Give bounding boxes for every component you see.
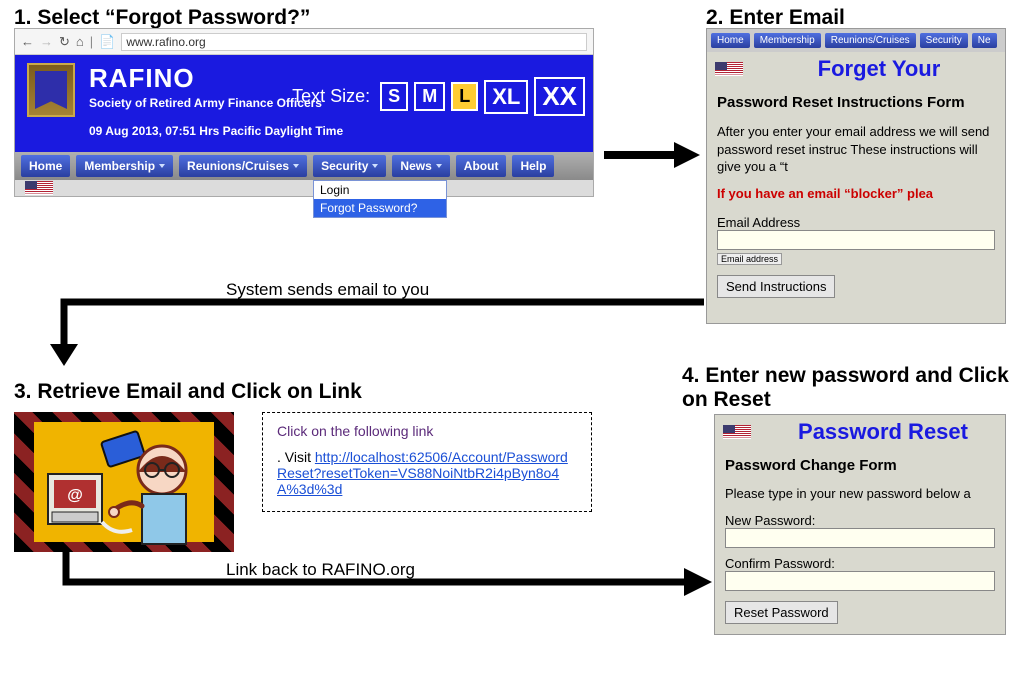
page-icon: 📄 [99,34,115,50]
password-reset-form: Password Reset Password Change Form Plea… [714,414,1006,635]
nav-reunions[interactable]: Reunions/Cruises [179,155,307,177]
email-link-box: Click on the following link . Visit http… [262,412,592,512]
nav-home[interactable]: Home [21,155,70,177]
confirm-password-label: Confirm Password: [725,556,995,571]
caption-system-sends: System sends email to you [226,280,429,300]
us-flag-icon [25,181,53,195]
new-password-label: New Password: [725,513,995,528]
forgot-password-form: Home Membership Reunions/Cruises Securit… [706,28,1006,324]
pill-ne[interactable]: Ne [972,33,997,48]
email-label: Email Address [717,215,995,230]
security-dropdown: Login Forgot Password? [313,180,447,218]
reset-password-button[interactable]: Reset Password [725,601,838,624]
text-size-s[interactable]: S [380,82,408,111]
nav-bar: Home Membership Reunions/Cruises Securit… [15,152,593,180]
dropdown-login[interactable]: Login [314,181,446,199]
us-flag-icon [715,62,743,76]
back-icon[interactable]: ← [21,34,34,49]
chevron-down-icon [436,164,442,168]
nav-about[interactable]: About [456,155,507,177]
crest-icon [27,63,75,117]
us-flag-icon [723,425,751,439]
text-size-xl[interactable]: XL [484,80,528,114]
browser-window: ← → ↻ ⌂ | 📄 www.rafino.org RAFINO Societ… [14,28,594,197]
browser-toolbar: ← → ↻ ⌂ | 📄 www.rafino.org [15,29,593,55]
dropdown-forgot-password[interactable]: Forgot Password? [314,199,446,217]
email-input[interactable] [717,230,995,250]
chevron-down-icon [372,164,378,168]
chevron-down-icon [159,164,165,168]
confirm-password-input[interactable] [725,571,995,591]
step2-header: 2. Enter Email [706,6,845,30]
visit-prefix: . Visit [277,449,315,465]
reset-title: Password Reset [769,419,997,445]
site-banner: RAFINO Society of Retired Army Finance O… [15,55,593,152]
email-tiny-label: Email address [717,253,782,265]
forgot-instructions: After you enter your email address we wi… [717,123,995,176]
step4-header: 4. Enter new password and Click on Reset [682,364,1012,412]
home-icon[interactable]: ⌂ [76,34,84,49]
reset-instructions: Please type in your new password below a [725,486,995,501]
forgot-title: Forget Your [761,56,997,82]
forward-icon[interactable]: → [40,34,53,49]
reload-icon[interactable]: ↻ [59,34,70,50]
arrow-down-left-icon [54,298,708,368]
nav-news[interactable]: News [392,155,449,177]
forgot-warning: If you have an email “blocker” plea [717,186,995,201]
new-password-input[interactable] [725,528,995,548]
forgot-section-title: Password Reset Instructions Form [707,82,1005,117]
pill-security[interactable]: Security [920,33,968,48]
link-box-title: Click on the following link [277,423,577,439]
address-bar[interactable]: www.rafino.org [121,33,587,51]
chevron-down-icon [293,164,299,168]
send-instructions-button[interactable]: Send Instructions [717,275,835,298]
mini-nav: Home Membership Reunions/Cruises Securit… [707,29,1005,52]
text-size-label: Text Size: [292,86,370,107]
nav-security[interactable]: Security [313,155,386,177]
pill-home[interactable]: Home [711,33,750,48]
step3-header: 3. Retrieve Email and Click on Link [14,380,362,404]
nav-help[interactable]: Help [512,155,554,177]
flag-strip [15,180,593,196]
arrow-right-long-icon [62,552,712,602]
svg-text:@: @ [67,487,83,504]
text-size-picker: Text Size: S M L XL XX [292,77,585,116]
step1-header: 1. Select “Forgot Password?” [14,6,310,30]
reset-link[interactable]: http://localhost:62506/Account/PasswordR… [277,449,568,497]
pill-reunions[interactable]: Reunions/Cruises [825,33,916,48]
arrow-right-icon [604,140,700,170]
nav-membership[interactable]: Membership [76,155,173,177]
pill-membership[interactable]: Membership [754,33,821,48]
text-size-l[interactable]: L [451,82,478,111]
text-size-xx[interactable]: XX [534,77,585,116]
reset-section-title: Password Change Form [715,445,1005,480]
text-size-m[interactable]: M [414,82,445,111]
site-datetime: 09 Aug 2013, 07:51 Hrs Pacific Daylight … [89,124,581,138]
email-retrieve-illustration: @ [14,412,234,552]
